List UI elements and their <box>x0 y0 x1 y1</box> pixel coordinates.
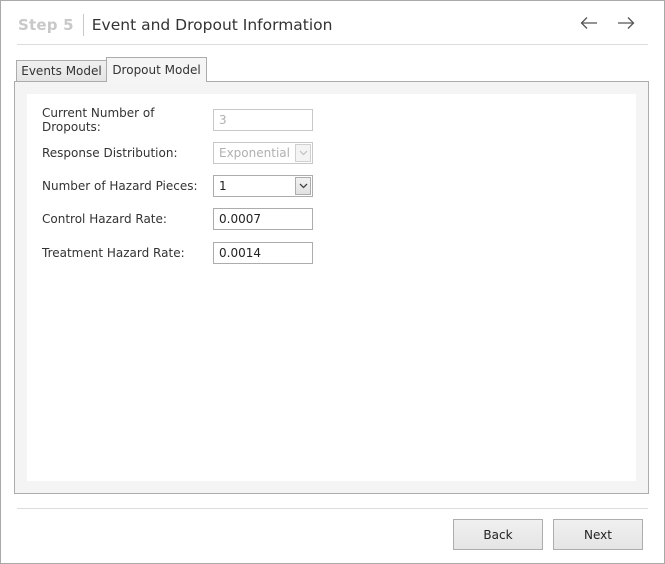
hazard-pieces-label: Number of Hazard Pieces: <box>42 179 198 193</box>
treatment-hazard-rate-value: 0.0014 <box>219 246 261 260</box>
response-distribution-value: Exponential <box>219 146 290 160</box>
response-distribution-select[interactable]: Exponential <box>213 142 313 164</box>
current-dropouts-input[interactable]: 3 <box>213 109 313 131</box>
hazard-pieces-select[interactable]: 1 <box>213 175 313 197</box>
hazard-pieces-dropdown-button[interactable] <box>295 177 311 195</box>
wizard-window: Step 5 Event and Dropout Information Eve… <box>0 0 665 564</box>
wizard-header: Step 5 Event and Dropout Information <box>18 11 333 39</box>
row-hazard-pieces: Number of Hazard Pieces: 1 <box>42 175 313 197</box>
page-title: Event and Dropout Information <box>91 16 333 34</box>
arrow-left-icon <box>580 17 597 29</box>
treatment-hazard-rate-label: Treatment Hazard Rate: <box>42 246 185 260</box>
step-indicator: Step 5 <box>18 16 74 34</box>
arrow-right-icon <box>618 17 635 29</box>
row-control-hazard-rate: Control Hazard Rate: 0.0007 <box>42 208 313 230</box>
nav-back-button[interactable] <box>576 11 602 35</box>
tab-events-model[interactable]: Events Model <box>16 60 107 81</box>
tab-dropout-model[interactable]: Dropout Model <box>106 57 207 82</box>
response-distribution-dropdown-button[interactable] <box>295 144 311 162</box>
header-divider <box>17 44 648 45</box>
header-separator <box>82 14 84 36</box>
nav-forward-button[interactable] <box>613 11 639 35</box>
row-treatment-hazard-rate: Treatment Hazard Rate: 0.0014 <box>42 242 313 264</box>
row-response-distribution: Response Distribution: Exponential <box>42 142 313 164</box>
treatment-hazard-rate-input[interactable]: 0.0014 <box>213 242 313 264</box>
hazard-pieces-value: 1 <box>219 179 227 193</box>
back-button[interactable]: Back <box>453 519 543 550</box>
footer-divider <box>17 508 648 509</box>
current-dropouts-value: 3 <box>219 113 227 127</box>
form-area: Current Number of Dropouts: 3 Response D… <box>27 94 636 481</box>
next-button[interactable]: Next <box>553 519 643 550</box>
control-hazard-rate-input[interactable]: 0.0007 <box>213 208 313 230</box>
current-dropouts-label: Current Number of Dropouts: <box>42 106 155 134</box>
chevron-down-icon <box>299 183 307 189</box>
control-hazard-rate-label: Control Hazard Rate: <box>42 212 167 226</box>
control-hazard-rate-value: 0.0007 <box>219 212 261 226</box>
response-distribution-label: Response Distribution: <box>42 146 178 160</box>
row-current-dropouts: Current Number of Dropouts: 3 <box>42 106 313 134</box>
chevron-down-icon <box>299 150 307 156</box>
dropout-model-panel: Current Number of Dropouts: 3 Response D… <box>14 81 649 494</box>
